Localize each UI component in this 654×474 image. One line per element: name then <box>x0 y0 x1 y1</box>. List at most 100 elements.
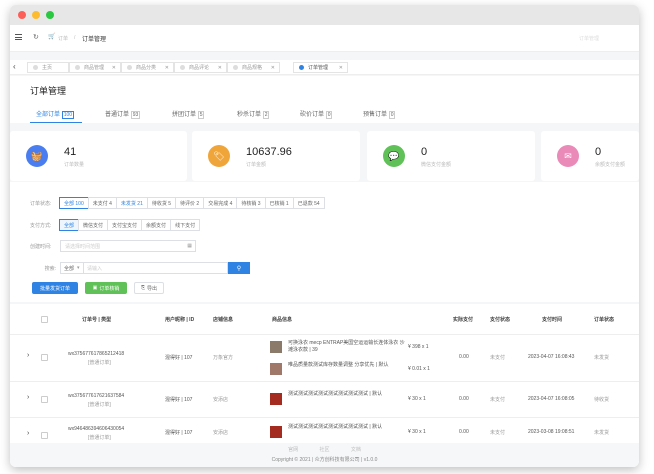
filter-option[interactable]: 已退款 54 <box>292 197 325 209</box>
close-icon[interactable]: ✕ <box>271 65 275 71</box>
window-titlebar <box>10 5 639 25</box>
tabs-scroll-left-icon[interactable]: ‹ <box>13 62 16 71</box>
page-tabs-bar: ‹ 主页 商品管理 ✕ 商品分类 ✕ 商品评论 ✕ 商品规格 ✕ 订单管理 ✕ <box>10 60 639 75</box>
button-label: 导出 <box>147 285 158 292</box>
user-info: 混得好 | 107 <box>165 355 193 361</box>
top-navbar: ↻ 🛒 订单 / 订单管理 订单管理 <box>10 25 639 52</box>
tab-goods-review[interactable]: 商品评论 ✕ <box>174 62 227 73</box>
batch-ship-button[interactable]: 批量发货订单 <box>32 282 78 294</box>
status-tab-group[interactable]: 拼团订单 5 <box>172 109 205 119</box>
expand-row-icon[interactable]: › <box>27 430 29 437</box>
paid-amount: 0.00 <box>459 396 469 402</box>
product-name: 唯品质量款测试库存数量调整 分享优先 | 默认 <box>288 362 389 368</box>
button-label: 批量发货订单 <box>39 285 70 292</box>
close-icon[interactable]: ✕ <box>218 65 222 71</box>
tab-goods-category[interactable]: 商品分类 ✕ <box>121 62 174 73</box>
expand-row-icon[interactable]: › <box>27 394 29 401</box>
minimize-window-button[interactable] <box>32 11 40 19</box>
tag-icon: 🏷 <box>208 145 230 167</box>
close-window-button[interactable] <box>18 11 26 19</box>
product-thumbnail <box>270 426 282 438</box>
stat-card-amount: 🏷 10637.96 订单金额 <box>192 131 360 181</box>
wechat-icon: 💬 <box>383 145 405 167</box>
breadcrumb-parent[interactable]: 订单 <box>58 35 68 42</box>
stats-row: 🧺 41 订单数量 🏷 10637.96 订单金额 💬 0 微信支付金额 ✉ 0… <box>10 125 639 185</box>
user-info: 混得好 | 107 <box>165 397 193 403</box>
stat-label: 余额支付金额 <box>595 162 626 168</box>
filter-option[interactable]: 微信支付 <box>78 219 109 231</box>
footer-link[interactable]: 社区 <box>319 447 329 453</box>
filter-option[interactable]: 支付宝支付 <box>107 219 143 231</box>
filter-option[interactable]: 全部 100 <box>59 197 89 209</box>
close-icon[interactable]: ✕ <box>339 65 343 71</box>
search-button[interactable]: ⚲ <box>228 262 250 274</box>
table-row[interactable]: › wx375677617865212418 [普通订单] 混得好 | 107 … <box>10 334 639 381</box>
filter-option[interactable]: 全部 <box>59 219 80 231</box>
stat-value: 41 <box>64 146 77 158</box>
filter-option[interactable]: 交易完成 4 <box>203 197 238 209</box>
filter-option[interactable]: 已核销 1 <box>264 197 294 209</box>
close-icon[interactable]: ✕ <box>165 65 169 71</box>
product-thumbnail <box>270 363 282 375</box>
menu-toggle-icon[interactable] <box>15 34 22 40</box>
stat-value: 0 <box>421 146 428 158</box>
footer-link[interactable]: 文档 <box>351 447 361 453</box>
date-filter: 创建时间: 请选择时间范围 ▦ <box>30 240 196 252</box>
order-verify-button[interactable]: ▣ 订单核销 <box>85 282 127 294</box>
filter-option[interactable]: 待评价 2 <box>175 197 205 209</box>
tab-home[interactable]: 主页 <box>27 62 69 73</box>
search-type-select[interactable]: 全部 ▾ <box>60 262 84 274</box>
status-tab-count: 0 <box>388 111 396 119</box>
maximize-window-button[interactable] <box>46 11 54 19</box>
filter-option[interactable]: 余额支付 <box>141 219 172 231</box>
search-filter: 搜索: 全部 ▾ 请输入 ⚲ <box>30 262 250 274</box>
shop-info: 万象官方 <box>213 355 234 361</box>
refresh-icon[interactable]: ↻ <box>33 33 39 41</box>
order-number: wx946486394606430054 <box>68 426 125 432</box>
status-tab-normal[interactable]: 普通订单 93 <box>105 109 141 119</box>
filter-option[interactable]: 线下支付 <box>170 219 201 231</box>
expand-row-icon[interactable]: › <box>27 352 29 359</box>
app-window: ↻ 🛒 订单 / 订单管理 订单管理 ‹ 主页 商品管理 ✕ 商品分类 ✕ 商品评论… <box>10 5 639 467</box>
row-checkbox[interactable] <box>41 396 48 403</box>
export-button[interactable]: ⎘ 导出 <box>134 282 164 294</box>
paid-amount: 0.00 <box>459 354 469 360</box>
row-checkbox[interactable] <box>41 354 48 361</box>
tab-dot-icon <box>180 65 185 70</box>
footer-link[interactable]: 官网 <box>288 447 298 453</box>
status-tab-seckill[interactable]: 秒杀订单 2 <box>237 109 270 119</box>
column-header: 订单号 | 类型 <box>82 317 112 323</box>
filter-panel: 订单状态: 全部 100 未支付 4 未发货 21 待收货 5 待评价 2 交易… <box>10 182 639 302</box>
chevron-down-icon: ▾ <box>77 265 80 271</box>
filter-option[interactable]: 未支付 4 <box>87 197 117 209</box>
status-tab-presale[interactable]: 预售订单 0 <box>363 109 396 119</box>
status-tab-all[interactable]: 全部订单 100 <box>30 109 82 123</box>
product-name: 可换泳衣 mecp ENTRAP美国空运运输长连体泳衣 沙滩泳衣款 | 39 <box>288 340 405 353</box>
tab-dot-icon <box>299 65 304 70</box>
tab-order-manage[interactable]: 订单管理 ✕ <box>293 62 348 73</box>
pay-time: 2023-04-07 16:08:43 <box>528 354 575 360</box>
tab-dot-icon <box>33 65 38 70</box>
tab-goods-spec[interactable]: 商品规格 ✕ <box>227 62 280 73</box>
shop-info: 安添店 <box>213 397 229 403</box>
table-row[interactable]: › wx375677617621637584 [普通订单] 混得好 | 107 … <box>10 381 639 417</box>
filter-option[interactable]: 待核销 3 <box>236 197 266 209</box>
date-range-input[interactable]: 请选择时间范围 ▦ <box>60 240 196 252</box>
paid-amount: 0.00 <box>459 429 469 435</box>
pay-time: 2023-04-07 16:08:05 <box>528 396 575 402</box>
row-checkbox[interactable] <box>41 432 48 439</box>
search-input[interactable]: 请输入 <box>84 262 228 274</box>
search-select-value: 全部 <box>64 265 75 272</box>
filter-option[interactable]: 待收货 5 <box>146 197 177 209</box>
filter-label: 搜索: <box>44 265 56 272</box>
status-tab-label: 全部订单 <box>36 112 61 118</box>
status-tab-bargain[interactable]: 砍价订单 0 <box>300 109 333 119</box>
select-all-checkbox[interactable] <box>41 316 48 323</box>
order-status: 未发货 <box>594 430 610 436</box>
filter-option[interactable]: 未发货 21 <box>115 197 148 209</box>
close-icon[interactable]: ✕ <box>112 65 116 71</box>
column-header: 店铺信息 <box>213 317 234 323</box>
stat-label: 订单金额 <box>246 162 267 168</box>
tab-goods[interactable]: 商品管理 ✕ <box>69 62 121 73</box>
verify-icon: ▣ <box>92 285 98 291</box>
